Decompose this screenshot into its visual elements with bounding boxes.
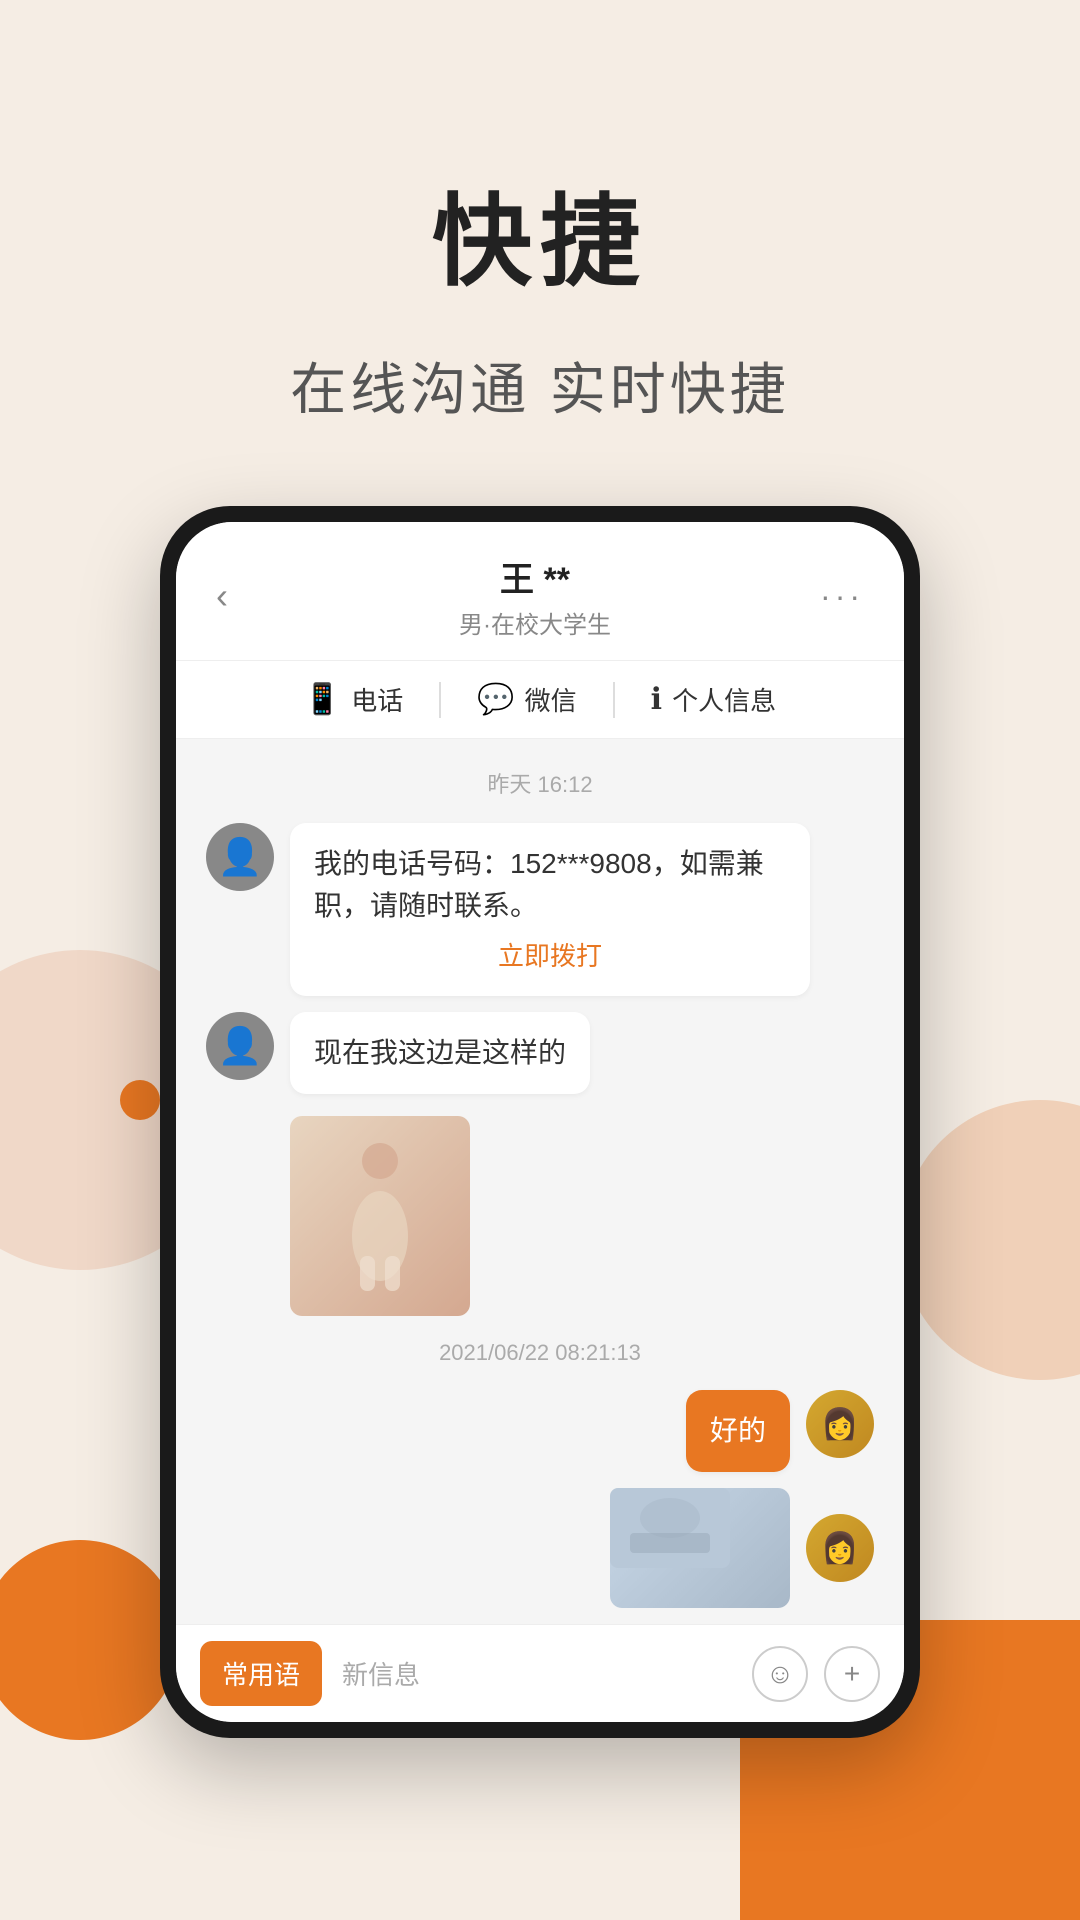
phone-mockup: ‹ 王 ** 男·在校大学生 ··· 📱 电话 💬 — [160, 506, 920, 1738]
wechat-icon: 💬 — [477, 682, 514, 717]
action-bar: 📱 电话 💬 微信 ℹ 个人信息 — [176, 661, 904, 739]
more-icon[interactable]: ··· — [804, 578, 864, 615]
my-avatar-1: 👩 — [806, 1390, 874, 1458]
message-image-2 — [610, 1488, 790, 1608]
sender-avatar-2: 👤 — [206, 1012, 274, 1080]
contact-name: 王 ** — [266, 552, 804, 601]
message-row-1: 👤 我的电话号码：152***9808，如需兼职，请随时联系。 立即拨打 — [206, 823, 874, 996]
avatar-icon-1: 👤 — [218, 836, 263, 878]
action-profile-label: 个人信息 — [672, 681, 776, 718]
chat-input-bar: 常用语 新信息 ☺ + — [176, 1624, 904, 1722]
emoji-button[interactable]: ☺ — [752, 1646, 808, 1702]
input-icons: ☺ + — [752, 1646, 880, 1702]
action-phone[interactable]: 📱 电话 — [268, 681, 439, 718]
message-text-2: 现在我这边是这样的 — [314, 1037, 566, 1068]
my-avatar-icon-2: 👩 — [821, 1531, 858, 1566]
message-bubble-3: 好的 — [686, 1390, 790, 1472]
phone-icon: 📱 — [304, 682, 341, 717]
preview-svg — [610, 1488, 730, 1568]
header-center: 王 ** 男·在校大学生 — [266, 552, 804, 640]
info-icon: ℹ — [651, 682, 662, 717]
message-bubble-1: 我的电话号码：152***9808，如需兼职，请随时联系。 立即拨打 — [290, 823, 810, 996]
sender-avatar-1: 👤 — [206, 823, 274, 891]
action-wechat[interactable]: 💬 微信 — [441, 681, 612, 718]
add-button[interactable]: + — [824, 1646, 880, 1702]
quick-phrases-button[interactable]: 常用语 — [200, 1641, 322, 1706]
person-svg — [330, 1136, 430, 1296]
message-text-1: 我的电话号码：152***9808，如需兼职，请随时联系。 — [314, 848, 764, 921]
timestamp-1: 昨天 16:12 — [206, 767, 874, 799]
message-row-4: 👩 — [206, 1488, 874, 1608]
chat-header: ‹ 王 ** 男·在校大学生 ··· — [176, 522, 904, 661]
messages-area: 昨天 16:12 👤 我的电话号码：152***9808，如需兼职，请随时联系。… — [176, 739, 904, 1624]
my-avatar-2: 👩 — [806, 1514, 874, 1582]
phone-frame: ‹ 王 ** 男·在校大学生 ··· 📱 电话 💬 — [160, 506, 920, 1738]
message-image-1 — [290, 1116, 470, 1316]
action-wechat-label: 微信 — [525, 681, 577, 718]
action-profile[interactable]: ℹ 个人信息 — [615, 681, 812, 718]
contact-desc: 男·在校大学生 — [266, 605, 804, 640]
back-icon[interactable]: ‹ — [216, 575, 266, 617]
message-row-3: 👩 好的 — [206, 1390, 874, 1472]
hero-section: 快捷 在线沟通 实时快捷 — [290, 160, 790, 426]
timestamp-2: 2021/06/22 08:21:13 — [206, 1340, 874, 1366]
phone-screen: ‹ 王 ** 男·在校大学生 ··· 📱 电话 💬 — [176, 522, 904, 1722]
action-phone-label: 电话 — [351, 681, 403, 718]
main-title: 快捷 — [290, 160, 790, 305]
message-bubble-2: 现在我这边是这样的 — [290, 1012, 590, 1094]
avatar-icon-2: 👤 — [218, 1025, 263, 1067]
call-link[interactable]: 立即拨打 — [314, 937, 786, 976]
subtitle: 在线沟通 实时快捷 — [290, 345, 790, 426]
new-message-input[interactable]: 新信息 — [342, 1655, 732, 1692]
my-avatar-icon-1: 👩 — [821, 1407, 858, 1442]
message-row-2: 👤 现在我这边是这样的 — [206, 1012, 874, 1316]
